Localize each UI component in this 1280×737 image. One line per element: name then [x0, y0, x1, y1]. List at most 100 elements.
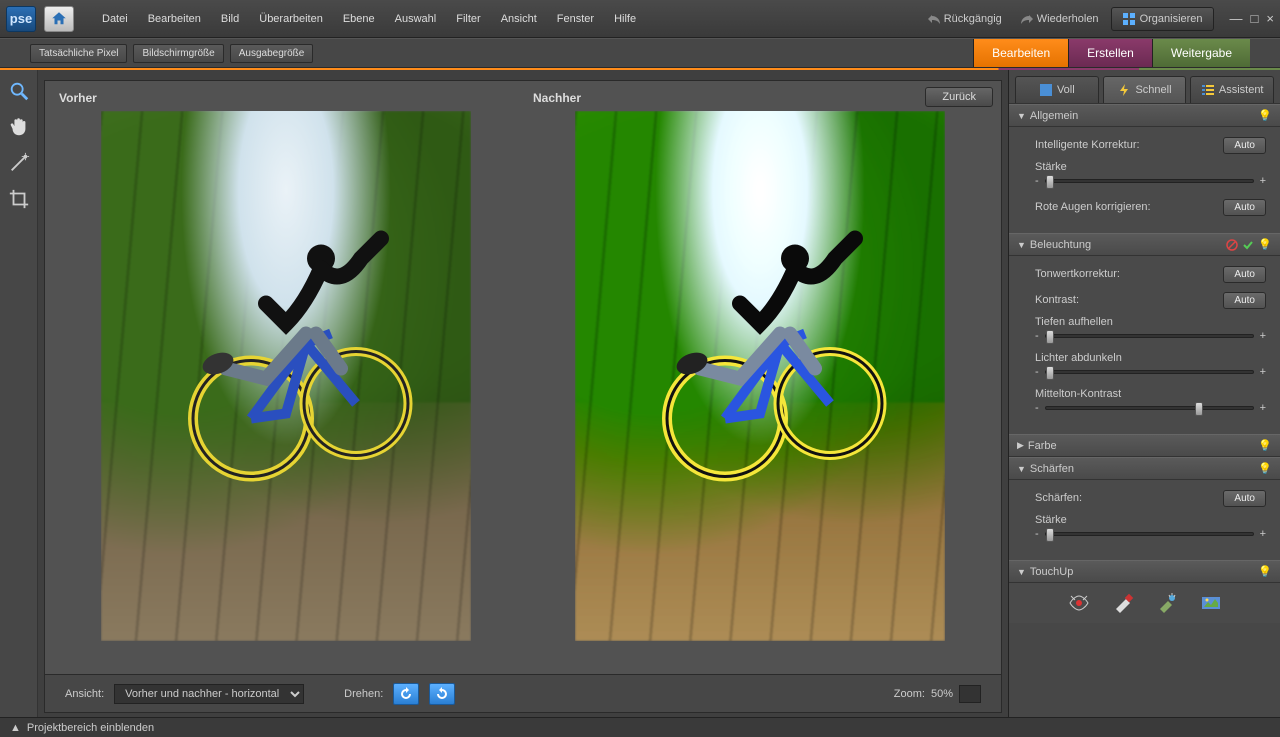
mode-share-tab[interactable]: Weitergabe — [1152, 39, 1250, 67]
list-icon — [1201, 83, 1215, 97]
midtone-slider[interactable] — [1045, 406, 1254, 410]
rotate-label: Drehen: — [344, 688, 383, 700]
rotate-ccw-button[interactable] — [393, 683, 419, 705]
options-bar: Tatsächliche Pixel Bildschirmgröße Ausga… — [0, 38, 1280, 68]
organize-button[interactable]: Organisieren — [1111, 7, 1214, 31]
contrast-tool-icon[interactable] — [1200, 593, 1222, 613]
cancel-icon[interactable] — [1226, 239, 1238, 251]
menu-view[interactable]: Ansicht — [493, 7, 545, 31]
before-label: Vorher — [53, 89, 103, 111]
menu-help[interactable]: Hilfe — [606, 7, 644, 31]
menu-edit[interactable]: Bearbeiten — [140, 7, 209, 31]
view-tab-quick[interactable]: Schnell — [1103, 76, 1187, 103]
menu-window[interactable]: Fenster — [549, 7, 602, 31]
quick-select-tool[interactable] — [6, 150, 32, 176]
contrast-auto-button[interactable]: Auto — [1223, 292, 1266, 309]
redeye-auto-button[interactable]: Auto — [1223, 199, 1266, 216]
bluesky-tool-icon[interactable] — [1156, 593, 1178, 613]
view-select[interactable]: Vorher und nachher - horizontal — [114, 684, 304, 704]
right-panel: Voll Schnell Assistent ▼Allgemein💡 Intel… — [1008, 70, 1280, 717]
levels-auto-button[interactable]: Auto — [1223, 266, 1266, 283]
zoom-label: Zoom: — [894, 688, 925, 700]
menu-enhance[interactable]: Überarbeiten — [251, 7, 331, 31]
wand-icon — [8, 152, 30, 174]
section-color-header[interactable]: ▶Farbe💡 — [1009, 434, 1280, 457]
view-tab-guided[interactable]: Assistent — [1190, 76, 1274, 103]
redeye-tool-icon[interactable] — [1068, 593, 1090, 613]
reset-button[interactable]: Zurück — [925, 87, 993, 107]
expand-tray-icon[interactable]: ▲ — [10, 722, 21, 734]
mode-tabs: Bearbeiten Erstellen Weitergabe — [973, 39, 1250, 67]
zoom-tool[interactable] — [6, 78, 32, 104]
bulb-icon[interactable]: 💡 — [1258, 439, 1272, 452]
status-text[interactable]: Projektbereich einblenden — [27, 722, 154, 734]
full-icon — [1039, 83, 1053, 97]
redeye-label: Rote Augen korrigieren: — [1035, 201, 1223, 213]
smartfix-auto-button[interactable]: Auto — [1223, 137, 1266, 154]
hand-tool[interactable] — [6, 114, 32, 140]
redo-icon — [1020, 13, 1034, 25]
edit-view-tabs: Voll Schnell Assistent — [1009, 70, 1280, 104]
levels-label: Tonwertkorrektur: — [1035, 268, 1223, 280]
crop-tool[interactable] — [6, 186, 32, 212]
status-bar: ▲ Projektbereich einblenden — [0, 717, 1280, 737]
section-touchup — [1009, 583, 1280, 623]
minimize-button[interactable]: — — [1230, 11, 1243, 26]
workspace: Vorher Nachher — [0, 70, 1280, 717]
undo-button[interactable]: Rückgängig — [921, 9, 1008, 29]
section-touchup-header[interactable]: ▼TouchUp💡 — [1009, 560, 1280, 583]
bulb-icon[interactable]: 💡 — [1258, 109, 1272, 122]
zoom-value: 50% — [931, 688, 953, 700]
section-sharpen-header[interactable]: ▼Schärfen💡 — [1009, 457, 1280, 480]
menu-items: Datei Bearbeiten Bild Überarbeiten Ebene… — [94, 7, 644, 31]
close-button[interactable]: × — [1266, 11, 1274, 26]
contrast-label: Kontrast: — [1035, 294, 1223, 306]
home-button[interactable] — [44, 6, 74, 32]
mode-create-tab[interactable]: Erstellen — [1068, 39, 1152, 67]
menubar: pse Datei Bearbeiten Bild Überarbeiten E… — [0, 0, 1280, 38]
sharpen-slider[interactable] — [1045, 532, 1254, 536]
zoom-dropdown[interactable] — [959, 685, 981, 703]
section-general-header[interactable]: ▼Allgemein💡 — [1009, 104, 1280, 127]
menu-file[interactable]: Datei — [94, 7, 136, 31]
smartfix-amount-slider[interactable] — [1045, 179, 1254, 183]
mode-edit-tab[interactable]: Bearbeiten — [973, 39, 1068, 67]
crop-icon — [8, 188, 30, 210]
after-image[interactable] — [575, 111, 945, 641]
before-image[interactable] — [101, 111, 471, 641]
compare-canvas: Vorher Nachher — [44, 80, 1002, 675]
highlights-slider[interactable] — [1045, 370, 1254, 374]
menu-layer[interactable]: Ebene — [335, 7, 383, 31]
sharpen-amount-label: Stärke — [1035, 514, 1266, 526]
rotate-cw-icon — [435, 687, 449, 701]
organize-label: Organisieren — [1140, 13, 1203, 25]
sharpen-auto-button[interactable]: Auto — [1223, 490, 1266, 507]
bulb-icon[interactable]: 💡 — [1258, 238, 1272, 251]
midtone-label: Mittelton-Kontrast — [1035, 388, 1266, 400]
undo-icon — [927, 13, 941, 25]
lightning-icon — [1117, 83, 1131, 97]
rotate-cw-button[interactable] — [429, 683, 455, 705]
view-tab-full[interactable]: Voll — [1015, 76, 1099, 103]
window-controls: — □ × — [1230, 11, 1274, 26]
print-size-button[interactable]: Ausgabegröße — [230, 44, 314, 63]
fit-screen-button[interactable]: Bildschirmgröße — [133, 44, 223, 63]
menu-filter[interactable]: Filter — [448, 7, 488, 31]
grid-icon — [1122, 12, 1136, 26]
whiten-tool-icon[interactable] — [1112, 593, 1134, 613]
shadows-label: Tiefen aufhellen — [1035, 316, 1266, 328]
bulb-icon[interactable]: 💡 — [1258, 565, 1272, 578]
commit-icon[interactable] — [1242, 239, 1254, 251]
section-lighting-header[interactable]: ▼Beleuchtung 💡 — [1009, 233, 1280, 256]
smartfix-amount-label: Stärke — [1035, 161, 1266, 173]
actual-pixels-button[interactable]: Tatsächliche Pixel — [30, 44, 127, 63]
magnifier-icon — [8, 80, 30, 102]
shadows-slider[interactable] — [1045, 334, 1254, 338]
redo-button[interactable]: Wiederholen — [1014, 9, 1105, 29]
sharpen-label: Schärfen: — [1035, 492, 1223, 504]
bulb-icon[interactable]: 💡 — [1258, 462, 1272, 475]
maximize-button[interactable]: □ — [1251, 11, 1259, 26]
after-label: Nachher — [527, 89, 587, 111]
menu-select[interactable]: Auswahl — [387, 7, 445, 31]
menu-image[interactable]: Bild — [213, 7, 247, 31]
